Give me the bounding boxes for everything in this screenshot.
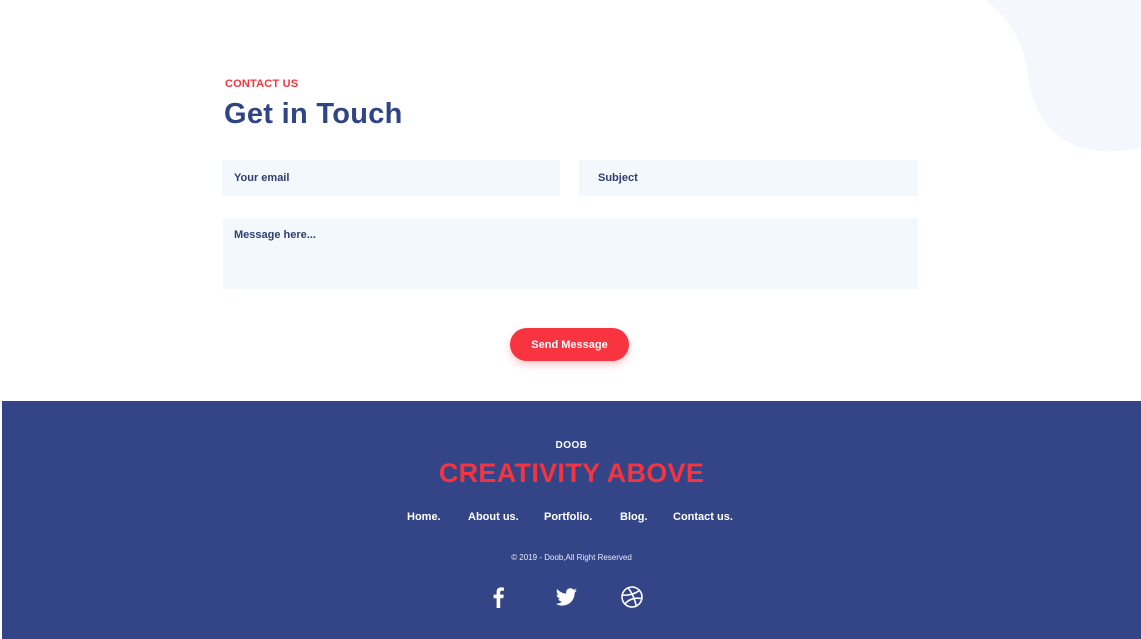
page: CONTACT US Get in Touch Send Message DOO… bbox=[0, 0, 1141, 639]
footer-nav: Home. About us. Portfolio. Blog. Contact… bbox=[2, 511, 1141, 525]
footer-nav-contact[interactable]: Contact us. bbox=[673, 511, 733, 523]
subject-field[interactable] bbox=[579, 160, 918, 196]
twitter-icon[interactable] bbox=[554, 585, 578, 609]
message-field[interactable] bbox=[223, 218, 918, 289]
footer: DOOB CREATIVITY ABOVE Home. About us. Po… bbox=[2, 401, 1141, 639]
dribbble-icon[interactable] bbox=[620, 585, 644, 609]
footer-nav-home[interactable]: Home. bbox=[407, 511, 441, 523]
footer-nav-portfolio[interactable]: Portfolio. bbox=[544, 511, 592, 523]
section-eyebrow: CONTACT US bbox=[225, 78, 299, 90]
footer-nav-about[interactable]: About us. bbox=[468, 511, 519, 523]
send-message-button[interactable]: Send Message bbox=[510, 328, 629, 361]
footer-brand: DOOB bbox=[555, 440, 588, 451]
facebook-icon[interactable] bbox=[486, 585, 510, 609]
page-title: Get in Touch bbox=[224, 98, 403, 130]
footer-nav-blog[interactable]: Blog. bbox=[620, 511, 648, 523]
contact-section: CONTACT US Get in Touch Send Message bbox=[0, 0, 1141, 401]
email-field[interactable] bbox=[222, 160, 560, 196]
copyright-text: © 2019 - Doob,All Right Reserved bbox=[511, 553, 632, 562]
footer-tagline: CREATIVITY ABOVE bbox=[438, 458, 705, 488]
